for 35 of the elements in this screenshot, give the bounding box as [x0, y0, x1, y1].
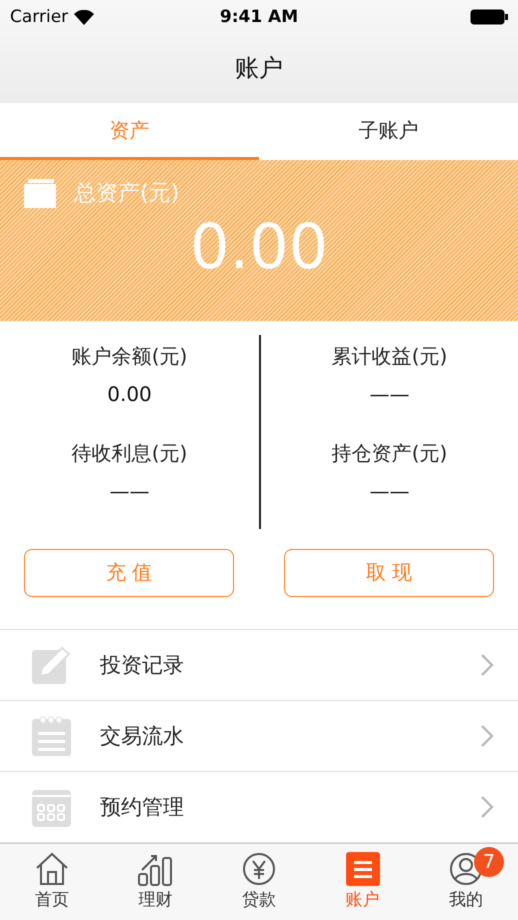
tab-bar-item[interactable]: 首页 — [0, 844, 104, 920]
menu-row[interactable]: 交易流水 — [0, 700, 518, 772]
wallet-icon — [24, 178, 58, 208]
stat-label: 账户余额(元) — [72, 342, 188, 370]
bar-chart-icon — [138, 852, 172, 886]
wifi-icon — [74, 10, 94, 24]
chevron-icon — [480, 724, 494, 748]
home-icon — [34, 852, 69, 886]
screen-title: 账户 — [235, 53, 283, 84]
person-icon — [449, 852, 484, 886]
stat-label: 待收利息(元) — [72, 440, 188, 467]
yen-icon — [242, 852, 276, 886]
stat-value: —— — [370, 382, 410, 406]
stat-label: 持仓资产(元) — [332, 440, 448, 467]
pencil-icon — [32, 646, 72, 684]
menu-label: 投资记录 — [100, 652, 185, 679]
tab-bar-item[interactable]: 理财 — [104, 844, 208, 920]
stat-value: —— — [370, 478, 410, 503]
stat-value: —— — [110, 478, 150, 503]
battery-icon — [470, 9, 508, 25]
menu-label: 交易流水 — [100, 722, 185, 750]
menu-label: 预约管理 — [100, 794, 185, 821]
total-assets-value: 0.00 — [190, 210, 328, 284]
stat-label: 累计收益(元) — [332, 342, 448, 370]
stat-value: 0.00 — [107, 382, 152, 406]
chevron-icon — [480, 652, 494, 677]
tab-bar-item[interactable]: 我的 7 — [414, 844, 518, 920]
tab-bar-item[interactable]: 贷款 — [207, 844, 311, 920]
menu-icon — [346, 852, 380, 886]
chevron-icon — [480, 794, 494, 819]
carrier-name: Carrier — [10, 7, 68, 27]
status-time: 9:41 AM — [220, 7, 298, 27]
menu-row[interactable]: 投资记录 — [0, 630, 518, 701]
notepad-icon — [32, 716, 72, 756]
notification-badge: 7 — [474, 846, 504, 877]
